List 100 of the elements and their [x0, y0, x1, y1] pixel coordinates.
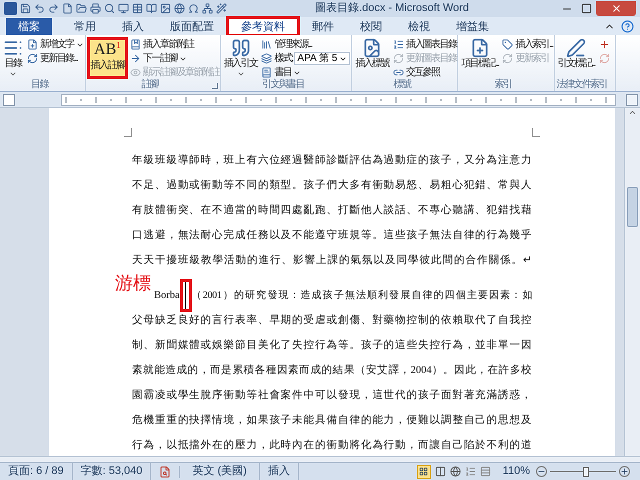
text-line: 制、新聞媒體或娛樂節目美化了失控行為等。孩子的這些失控行為，並非單一因 — [132, 338, 532, 353]
zoom-in-icon[interactable] — [619, 466, 630, 477]
help-icon[interactable] — [621, 20, 634, 33]
style-dropdown[interactable]: APA 第 5 — [294, 52, 350, 65]
toolbar-icon[interactable] — [202, 3, 213, 14]
insert-mode[interactable]: 插入 — [260, 463, 299, 480]
toolbar-icon[interactable] — [216, 3, 227, 14]
ribbon-small-button[interactable]: 更新目錄... — [27, 52, 84, 65]
toolbar-icon[interactable] — [146, 3, 157, 14]
ribbon-large-button[interactable]: 插入引文 — [222, 37, 260, 79]
group-label: 標號 — [392, 79, 412, 91]
ribbon-tab[interactable]: 增益集 — [444, 19, 501, 35]
proofing-icon[interactable] — [159, 466, 172, 478]
text-run: （2001）的研究發現：造成孩子無法順利發展自律的四個主要因素：如 — [192, 288, 532, 303]
toolbar-icon[interactable] — [104, 3, 115, 14]
margin-mark — [532, 128, 540, 137]
ribbon-small-button[interactable]: 新增文字 — [27, 38, 84, 51]
ribbon-small-button[interactable]: 插入索引... — [502, 38, 553, 51]
text-line: 不足、過動或衝動等不同的類型。孩子們大多有衝動易怒、易粗心犯錯、常與人 — [132, 178, 532, 193]
ribbon-large-button[interactable]: 插入標號 — [353, 37, 391, 79]
caret-icon — [236, 70, 245, 78]
command-icon — [392, 53, 404, 64]
ribbon-small-button[interactable]: 書目 — [261, 66, 350, 79]
group-label: 目錄 — [30, 79, 50, 91]
text-line: 園霸凌或學生脫序衝動等社會案件中可以發現，這世代的孩子面對著充滿誘惑， — [132, 388, 532, 403]
ribbon-large-button[interactable]: 目錄 — [1, 37, 25, 79]
text-line: 素就能造成的，而是累積各種因素而成的結果（安艾譯，2004）。因此，在許多校 — [132, 363, 532, 378]
ribbon-small-button[interactable]: 下一註腳 — [130, 52, 219, 65]
word-logo-icon — [4, 2, 17, 15]
group-label: 索引 — [494, 79, 512, 91]
text-line: 行為，以抵擋外在的壓力，此時內在的衝動將化為行動，而讓自己陷於不利的道 — [132, 438, 532, 453]
ruler-toggle-icon[interactable] — [626, 94, 638, 106]
cursor-label: 游標 — [115, 273, 151, 293]
toolbar-icon[interactable] — [118, 3, 129, 14]
ribbon-small-button[interactable]: 插入章節附註 — [130, 38, 219, 51]
toolbar-icon[interactable] — [132, 3, 143, 14]
word-count[interactable]: 字數: 53,040 — [72, 463, 152, 480]
toolbar-icon[interactable] — [48, 3, 59, 14]
toolbar-icon[interactable] — [34, 3, 45, 14]
ribbon-tab[interactable]: 版面配置 — [158, 19, 226, 35]
view-icon[interactable] — [434, 466, 446, 477]
print-layout-button[interactable] — [416, 464, 431, 478]
toolbar-icon[interactable] — [188, 3, 199, 14]
outline-icon[interactable] — [464, 466, 476, 477]
zoom-out-icon[interactable] — [536, 466, 547, 477]
toolbar-icon[interactable] — [160, 3, 171, 14]
vertical-scrollbar[interactable] — [624, 108, 640, 456]
page-count[interactable]: 頁面: 6 / 89 — [0, 463, 73, 480]
margin-mark — [124, 128, 132, 137]
close-button[interactable] — [596, 1, 636, 16]
text-line: 有肢體衝突、在不適當的時間四處亂跑、打斷他人談話、不專心聽講、犯錯找藉 — [132, 203, 532, 218]
command-icon — [130, 67, 142, 78]
draft-icon[interactable] — [480, 466, 491, 477]
toolbar-icon[interactable] — [76, 3, 87, 14]
window-title: 圖表目錄.docx - Microsoft Word — [314, 1, 470, 16]
toolbar-icon[interactable] — [90, 3, 101, 14]
horizontal-scrollbar[interactable] — [0, 456, 640, 462]
style-icon — [261, 53, 272, 64]
scrollbar-thumb[interactable] — [627, 187, 638, 227]
web-layout-icon[interactable] — [450, 466, 461, 477]
command-icon — [130, 53, 142, 64]
ribbon-large-button[interactable]: 引文標記... — [556, 37, 597, 79]
ribbon-tab[interactable]: 檔案 — [6, 18, 52, 35]
ribbon-tab[interactable]: 檢視 — [396, 19, 442, 35]
zoom-slider-thumb[interactable] — [583, 466, 590, 476]
dialog-launcher-icon[interactable] — [212, 83, 218, 89]
caret-icon — [9, 70, 17, 78]
tab-selector[interactable] — [3, 94, 15, 106]
ribbon-small-button[interactable]: 交互參照 — [392, 66, 456, 79]
style-label: 樣式: — [274, 52, 292, 65]
toolbar-icon[interactable] — [174, 3, 185, 14]
ribbon-tab[interactable]: 參考資料 — [228, 18, 298, 35]
command-icon — [27, 39, 38, 50]
print-layout-icon — [419, 467, 428, 476]
language-indicator[interactable]: 英文 (美國) — [180, 463, 260, 480]
maximize-icon[interactable] — [581, 3, 592, 14]
ribbon-small-button[interactable]: 插入圖表目錄 — [392, 38, 456, 51]
text-line: 年級班級導師時，班上有六位經過醫師診斷評估為過動症的孩子，又分為注意力 — [132, 153, 532, 168]
command-icon — [261, 67, 272, 78]
command-icon — [261, 39, 272, 50]
toolbar-icon[interactable] — [20, 3, 31, 14]
text-line: 天天干擾班級教學活動的進行、影響上課的氣氛以及同學彼此間的合作關係。↵ — [132, 253, 532, 268]
ribbon-large-button[interactable]: 項目標記... — [459, 37, 500, 79]
command-icon — [502, 53, 514, 64]
group-label: 引文與書目 — [261, 79, 306, 91]
group-label: 法律文件索引 — [556, 79, 608, 91]
ribbon-tab[interactable]: 郵件 — [300, 19, 346, 35]
ribbon-tab[interactable]: 校閱 — [348, 19, 394, 35]
ribbon-small-button[interactable]: 管理來源... — [261, 38, 350, 51]
text-line: 口逃避，無法耐心完成任務以及不能遵守班規等。這些孩子無法自律的行為幾乎 — [132, 228, 532, 243]
ribbon-tab[interactable]: 插入 — [110, 19, 156, 35]
toolbar-icon[interactable] — [62, 3, 73, 14]
command-icon — [392, 39, 404, 50]
scroll-up-icon[interactable] — [628, 108, 637, 117]
zoom-slider-track[interactable] — [550, 466, 616, 478]
command-icon — [27, 53, 38, 64]
ribbon-tab[interactable]: 常用 — [62, 19, 108, 35]
zoom-level[interactable]: 110% — [502, 463, 530, 480]
group-label: 註腳 — [140, 79, 160, 91]
text-line: 父母缺乏良好的言行表率、早期的受虐或創傷、對藥物控制的依賴取代了自我控 — [132, 313, 532, 328]
